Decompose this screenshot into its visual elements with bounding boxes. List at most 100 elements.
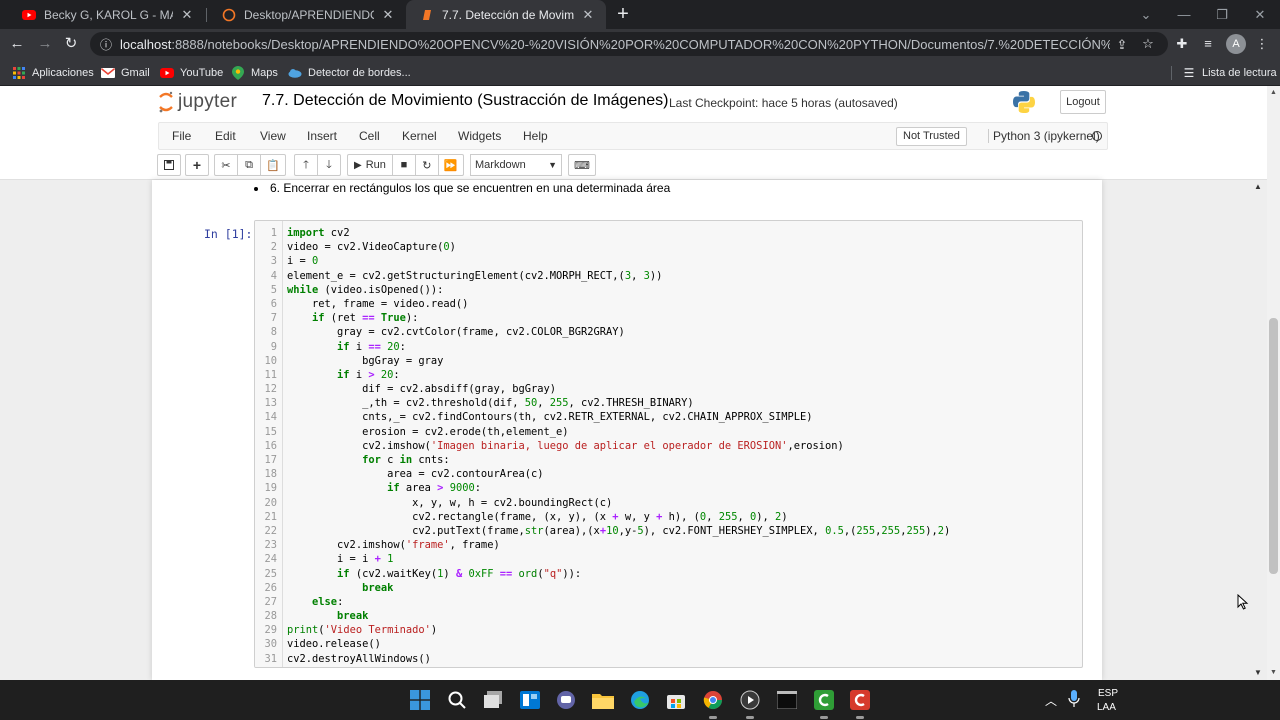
copy-icon[interactable]: ⧉ <box>237 154 261 176</box>
minimize-icon[interactable]: — <box>1165 0 1203 29</box>
menu-file[interactable]: File <box>172 129 191 143</box>
reading-list-button[interactable]: ☰ Lista de lectura <box>1182 63 1277 82</box>
code-line[interactable]: 23 cv2.imshow('frame', frame) <box>255 538 1082 552</box>
menu-insert[interactable]: Insert <box>307 129 337 143</box>
widgets-icon[interactable] <box>518 688 542 712</box>
code-line[interactable]: 16 cv2.imshow('Imagen binaria, luego de … <box>255 439 1082 453</box>
scroll-down-icon[interactable]: ▼ <box>1270 669 1277 676</box>
microphone-icon[interactable] <box>1068 690 1080 711</box>
logout-button[interactable]: Logout <box>1060 90 1106 114</box>
cut-icon[interactable]: ✂ <box>214 154 238 176</box>
back-icon[interactable]: ← <box>6 33 28 55</box>
browser-tab-youtube[interactable]: Becky G, KAROL G - MAMIII (Aud ✕ <box>8 0 205 29</box>
paste-icon[interactable]: 📋 <box>260 154 286 176</box>
camtasia-red-icon[interactable] <box>848 688 872 712</box>
code-line[interactable]: 17 for c in cnts: <box>255 453 1082 467</box>
share-icon[interactable]: ⇪ <box>1114 37 1130 53</box>
jupyter-logo[interactable]: jupyter <box>158 90 237 114</box>
code-line[interactable]: 25 if (cv2.waitKey(1) & 0xFF == ord("q")… <box>255 567 1082 581</box>
code-line[interactable]: 28 break <box>255 609 1082 623</box>
menu-cell[interactable]: Cell <box>359 129 380 143</box>
code-line[interactable]: 6 ret, frame = video.read() <box>255 297 1082 311</box>
reload-icon[interactable]: ↻ <box>60 33 82 55</box>
code-line[interactable]: 4 element_e = cv2.getStructuringElement(c… <box>255 269 1082 283</box>
menu-edit[interactable]: Edit <box>215 129 236 143</box>
url-text[interactable]: localhost:8888/notebooks/Desktop/APRENDI… <box>120 37 1110 52</box>
info-icon[interactable]: ⓘ <box>100 36 112 53</box>
restore-icon[interactable]: ❐ <box>1203 0 1241 29</box>
run-button[interactable]: ▶ Run <box>347 154 393 176</box>
code-line[interactable]: 3 i = 0 <box>255 254 1082 268</box>
notebook-title[interactable]: 7.7. Detección de Movimiento (Sustracció… <box>262 92 668 110</box>
code-line[interactable]: 11 if i > 20: <box>255 368 1082 382</box>
menu-widgets[interactable]: Widgets <box>458 129 501 143</box>
code-line[interactable]: 1 import cv2 <box>255 226 1082 240</box>
code-line[interactable]: 24 i = i + 1 <box>255 552 1082 566</box>
markdown-cell[interactable]: 6. Encerrar en rectángulos los que se en… <box>254 181 670 195</box>
stop-icon[interactable]: ■ <box>391 154 416 176</box>
code-line[interactable]: 13 _,th = cv2.threshold(dif, 50, 255, cv… <box>255 396 1082 410</box>
trust-status-button[interactable]: Not Trusted <box>896 127 967 146</box>
close-tab-icon[interactable]: ✕ <box>580 7 596 23</box>
teams-chat-icon[interactable] <box>554 688 578 712</box>
bookmark-gmail[interactable]: Gmail <box>101 63 150 82</box>
code-line[interactable]: 29 print('Video Terminado') <box>255 623 1082 637</box>
camtasia-green-icon[interactable] <box>812 688 836 712</box>
move-up-icon[interactable]: 🡑 <box>294 154 318 176</box>
close-tab-icon[interactable]: ✕ <box>179 7 195 23</box>
code-line[interactable]: 30 video.release() <box>255 637 1082 651</box>
code-cell[interactable]: 1 import cv2 2 video = cv2.VideoCapture(0) 3… <box>254 220 1083 668</box>
address-bar[interactable]: ⓘ localhost:8888/notebooks/Desktop/APREN… <box>90 32 1168 56</box>
move-down-icon[interactable]: 🡓 <box>317 154 341 176</box>
task-view-icon[interactable] <box>482 688 506 712</box>
scroll-up-icon[interactable]: ▲ <box>1270 89 1277 96</box>
terminal-icon[interactable] <box>775 688 799 712</box>
code-line[interactable]: 15 erosion = cv2.erode(th,element_e) <box>255 425 1082 439</box>
code-line[interactable]: 26 break <box>255 581 1082 595</box>
windows-start-icon[interactable] <box>408 688 432 712</box>
bookmark-apps[interactable]: Aplicaciones <box>12 63 94 82</box>
new-tab-button[interactable]: + <box>612 3 634 25</box>
close-tab-icon[interactable]: ✕ <box>380 7 396 23</box>
code-line[interactable]: 14 cnts,_= cv2.findContours(th, cv2.RETR… <box>255 410 1082 424</box>
store-icon[interactable] <box>664 688 688 712</box>
command-palette-icon[interactable]: ⌨ <box>568 154 596 176</box>
language-indicator-bottom[interactable]: LAA <box>1097 702 1116 713</box>
browser-tab-jupyter-tree[interactable]: Desktop/APRENDIENDO OPENC ✕ <box>208 0 406 29</box>
forward-icon[interactable]: → <box>34 33 56 55</box>
edge-icon[interactable] <box>628 688 652 712</box>
menu-view[interactable]: View <box>260 129 286 143</box>
bookmark-edge-detector[interactable]: Detector de bordes... <box>288 63 411 82</box>
notebook-scroll-up-icon[interactable]: ▲ <box>1254 182 1262 191</box>
save-icon[interactable] <box>157 154 181 176</box>
code-line[interactable]: 12 dif = cv2.absdiff(gray, bgGray) <box>255 382 1082 396</box>
search-icon[interactable] <box>445 688 469 712</box>
code-line[interactable]: 2 video = cv2.VideoCapture(0) <box>255 240 1082 254</box>
restart-run-all-icon[interactable]: ⏩ <box>437 154 464 176</box>
menu-help[interactable]: Help <box>523 129 548 143</box>
close-window-icon[interactable]: ✕ <box>1241 0 1279 29</box>
language-indicator-top[interactable]: ESP <box>1098 688 1118 699</box>
menu-kebab-icon[interactable]: ⋮ <box>1254 36 1270 52</box>
code-line[interactable]: 19 if area > 9000: <box>255 481 1082 495</box>
code-line[interactable]: 8 gray = cv2.cvtColor(frame, cv2.COLOR_B… <box>255 325 1082 339</box>
media-control-icon[interactable]: ≡ <box>1200 36 1216 52</box>
extensions-icon[interactable]: ✚ <box>1174 36 1190 52</box>
profile-avatar[interactable]: A <box>1226 34 1246 54</box>
insert-cell-icon[interactable]: + <box>185 154 209 176</box>
scrollbar-thumb[interactable] <box>1269 318 1278 574</box>
bookmark-maps[interactable]: Maps <box>231 63 278 82</box>
chrome-icon[interactable] <box>701 688 725 712</box>
code-line[interactable]: 20 x, y, w, h = cv2.boundingRect(c) <box>255 496 1082 510</box>
browser-tab-notebook[interactable]: 7.7. Detección de Movimiento (Su ✕ <box>406 0 606 29</box>
menu-kernel[interactable]: Kernel <box>402 129 437 143</box>
bookmark-youtube[interactable]: YouTube <box>160 63 223 82</box>
tab-search-icon[interactable]: ⌄ <box>1127 0 1165 29</box>
tray-overflow-chevron-icon[interactable]: ︿ <box>1045 692 1057 709</box>
cell-type-select[interactable]: Markdown ▼ <box>470 154 562 176</box>
page-scrollbar[interactable]: ▲ ▼ <box>1267 86 1280 680</box>
media-player-icon[interactable] <box>738 688 762 712</box>
code-line[interactable]: 21 cv2.rectangle(frame, (x, y), (x + w, … <box>255 510 1082 524</box>
code-line[interactable]: 27 else: <box>255 595 1082 609</box>
restart-icon[interactable]: ↻ <box>414 154 439 176</box>
